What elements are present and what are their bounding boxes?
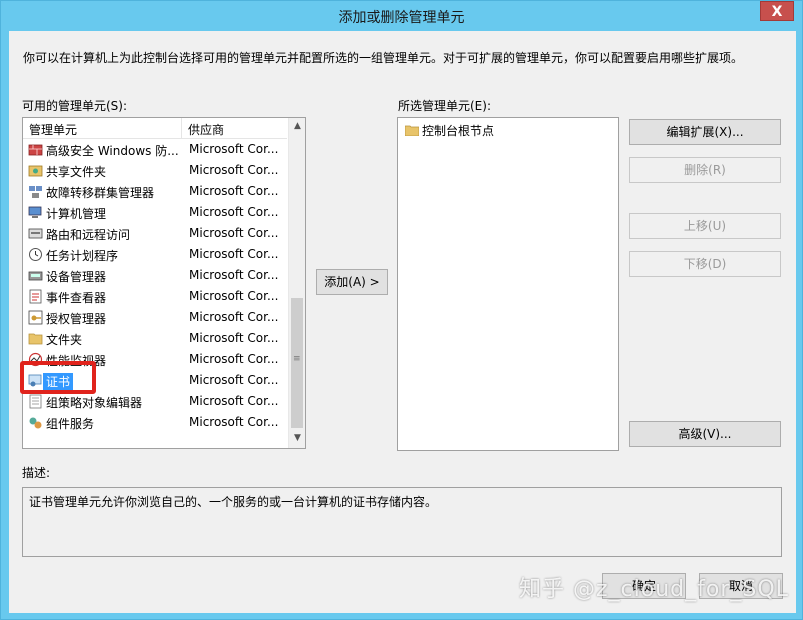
list-item[interactable]: 事件查看器 Microsoft Cor... bbox=[23, 286, 287, 307]
description-box: 证书管理单元允许你浏览自己的、一个服务的或一台计算机的证书存储内容。 bbox=[22, 487, 782, 557]
snapin-vendor: Microsoft Cor... bbox=[189, 163, 279, 177]
vertical-scrollbar[interactable]: ▲ ≡ ▼ bbox=[288, 118, 305, 448]
folder-icon bbox=[28, 333, 43, 345]
list-item[interactable]: 组件服务 Microsoft Cor... bbox=[23, 412, 287, 433]
title-bar[interactable]: 添加或删除管理单元 X bbox=[1, 1, 802, 31]
list-header: 管理单元 供应商 bbox=[23, 118, 287, 139]
column-header-name[interactable]: 管理单元 bbox=[29, 121, 77, 138]
available-snapins-list[interactable]: 管理单元 供应商 高级安全 Windows 防... Microsoft Cor.… bbox=[22, 117, 306, 449]
snapin-name: 设备管理器 bbox=[46, 270, 107, 284]
snapin-name: 高级安全 Windows 防... bbox=[46, 144, 179, 158]
move-up-button[interactable]: 上移(U) bbox=[629, 213, 781, 239]
remove-button[interactable]: 删除(R) bbox=[629, 157, 781, 183]
snapin-name: 路由和远程访问 bbox=[46, 228, 131, 242]
snapin-vendor: Microsoft Cor... bbox=[189, 289, 279, 303]
advanced-button[interactable]: 高级(V)... bbox=[629, 421, 781, 447]
authorization-icon bbox=[28, 310, 43, 325]
snapin-vendor: Microsoft Cor... bbox=[189, 331, 279, 345]
shared-folder-icon bbox=[28, 165, 43, 177]
snapin-name: 文件夹 bbox=[46, 333, 83, 347]
intro-text: 你可以在计算机上为此控制台选择可用的管理单元并配置所选的一组管理单元。对于可扩展… bbox=[23, 51, 744, 65]
list-item[interactable]: 故障转移群集管理器 Microsoft Cor... bbox=[23, 181, 287, 202]
list-item[interactable]: 设备管理器 Microsoft Cor... bbox=[23, 265, 287, 286]
cluster-icon bbox=[29, 186, 42, 198]
description-text: 证书管理单元允许你浏览自己的、一个服务的或一台计算机的证书存储内容。 bbox=[29, 495, 438, 509]
grip-icon: ≡ bbox=[293, 354, 301, 364]
selected-snapins-list[interactable]: 控制台根节点 bbox=[397, 117, 619, 451]
list-item[interactable]: 高级安全 Windows 防... Microsoft Cor... bbox=[23, 139, 287, 160]
watermark: 知乎 @z_cloud_for_SQL bbox=[519, 577, 789, 602]
routing-icon bbox=[28, 228, 43, 239]
clock-icon bbox=[29, 248, 42, 261]
snapin-name: 共享文件夹 bbox=[46, 165, 107, 179]
computer-management-icon bbox=[28, 206, 42, 218]
snapin-vendor: Microsoft Cor... bbox=[189, 394, 279, 408]
list-item[interactable]: 文件夹 Microsoft Cor... bbox=[23, 328, 287, 349]
list-item[interactable]: 路由和远程访问 Microsoft Cor... bbox=[23, 223, 287, 244]
move-down-button[interactable]: 下移(D) bbox=[629, 251, 781, 277]
snapin-name: 组策略对象编辑器 bbox=[46, 396, 143, 410]
close-button[interactable]: X bbox=[760, 1, 794, 21]
snapin-vendor: Microsoft Cor... bbox=[189, 373, 279, 387]
scroll-down-icon[interactable]: ▼ bbox=[289, 430, 305, 447]
list-item[interactable]: 共享文件夹 Microsoft Cor... bbox=[23, 160, 287, 181]
scrollbar-thumb[interactable]: ≡ bbox=[291, 298, 303, 428]
add-button[interactable]: 添加(A) > bbox=[316, 269, 388, 295]
selected-snapins-label: 所选管理单元(E): bbox=[398, 99, 491, 113]
snapin-vendor: Microsoft Cor... bbox=[189, 142, 279, 156]
list-item[interactable]: 计算机管理 Microsoft Cor... bbox=[23, 202, 287, 223]
list-item[interactable]: 组策略对象编辑器 Microsoft Cor... bbox=[23, 391, 287, 412]
selected-item-label: 控制台根节点 bbox=[422, 124, 495, 138]
snapin-vendor: Microsoft Cor... bbox=[189, 247, 279, 261]
snapin-vendor: Microsoft Cor... bbox=[189, 415, 279, 429]
component-services-icon bbox=[29, 417, 42, 429]
event-viewer-icon bbox=[29, 289, 42, 304]
snapin-vendor: Microsoft Cor... bbox=[189, 226, 279, 240]
snapin-vendor: Microsoft Cor... bbox=[189, 184, 279, 198]
snapin-name: 事件查看器 bbox=[46, 291, 107, 305]
highlight-annotation bbox=[20, 361, 96, 394]
snapin-name: 授权管理器 bbox=[46, 312, 107, 326]
list-item[interactable]: 控制台根节点 bbox=[398, 118, 618, 139]
window-title: 添加或删除管理单元 bbox=[338, 10, 465, 26]
snapin-vendor: Microsoft Cor... bbox=[189, 268, 279, 282]
dialog-body: 你可以在计算机上为此控制台选择可用的管理单元并配置所选的一组管理单元。对于可扩展… bbox=[9, 31, 796, 613]
group-policy-icon bbox=[29, 394, 42, 409]
device-manager-icon bbox=[28, 271, 43, 281]
dialog-window: 添加或删除管理单元 X 你可以在计算机上为此控制台选择可用的管理单元并配置所选的… bbox=[0, 0, 803, 620]
snapin-vendor: Microsoft Cor... bbox=[189, 310, 279, 324]
description-label: 描述: bbox=[22, 466, 51, 480]
snapin-name: 任务计划程序 bbox=[46, 249, 119, 263]
snapin-name: 计算机管理 bbox=[46, 207, 107, 221]
edit-extensions-button[interactable]: 编辑扩展(X)... bbox=[629, 119, 781, 145]
firewall-icon bbox=[28, 144, 43, 156]
scroll-up-icon[interactable]: ▲ bbox=[289, 118, 305, 135]
snapin-name: 组件服务 bbox=[46, 417, 95, 431]
column-divider[interactable] bbox=[181, 118, 182, 138]
list-item[interactable]: 任务计划程序 Microsoft Cor... bbox=[23, 244, 287, 265]
snapin-vendor: Microsoft Cor... bbox=[189, 352, 279, 366]
snapin-vendor: Microsoft Cor... bbox=[189, 205, 279, 219]
folder-icon bbox=[405, 125, 419, 136]
column-header-vendor[interactable]: 供应商 bbox=[188, 121, 224, 138]
list-item[interactable]: 授权管理器 Microsoft Cor... bbox=[23, 307, 287, 328]
available-snapins-label: 可用的管理单元(S): bbox=[22, 99, 128, 113]
snapin-name: 故障转移群集管理器 bbox=[46, 186, 155, 200]
